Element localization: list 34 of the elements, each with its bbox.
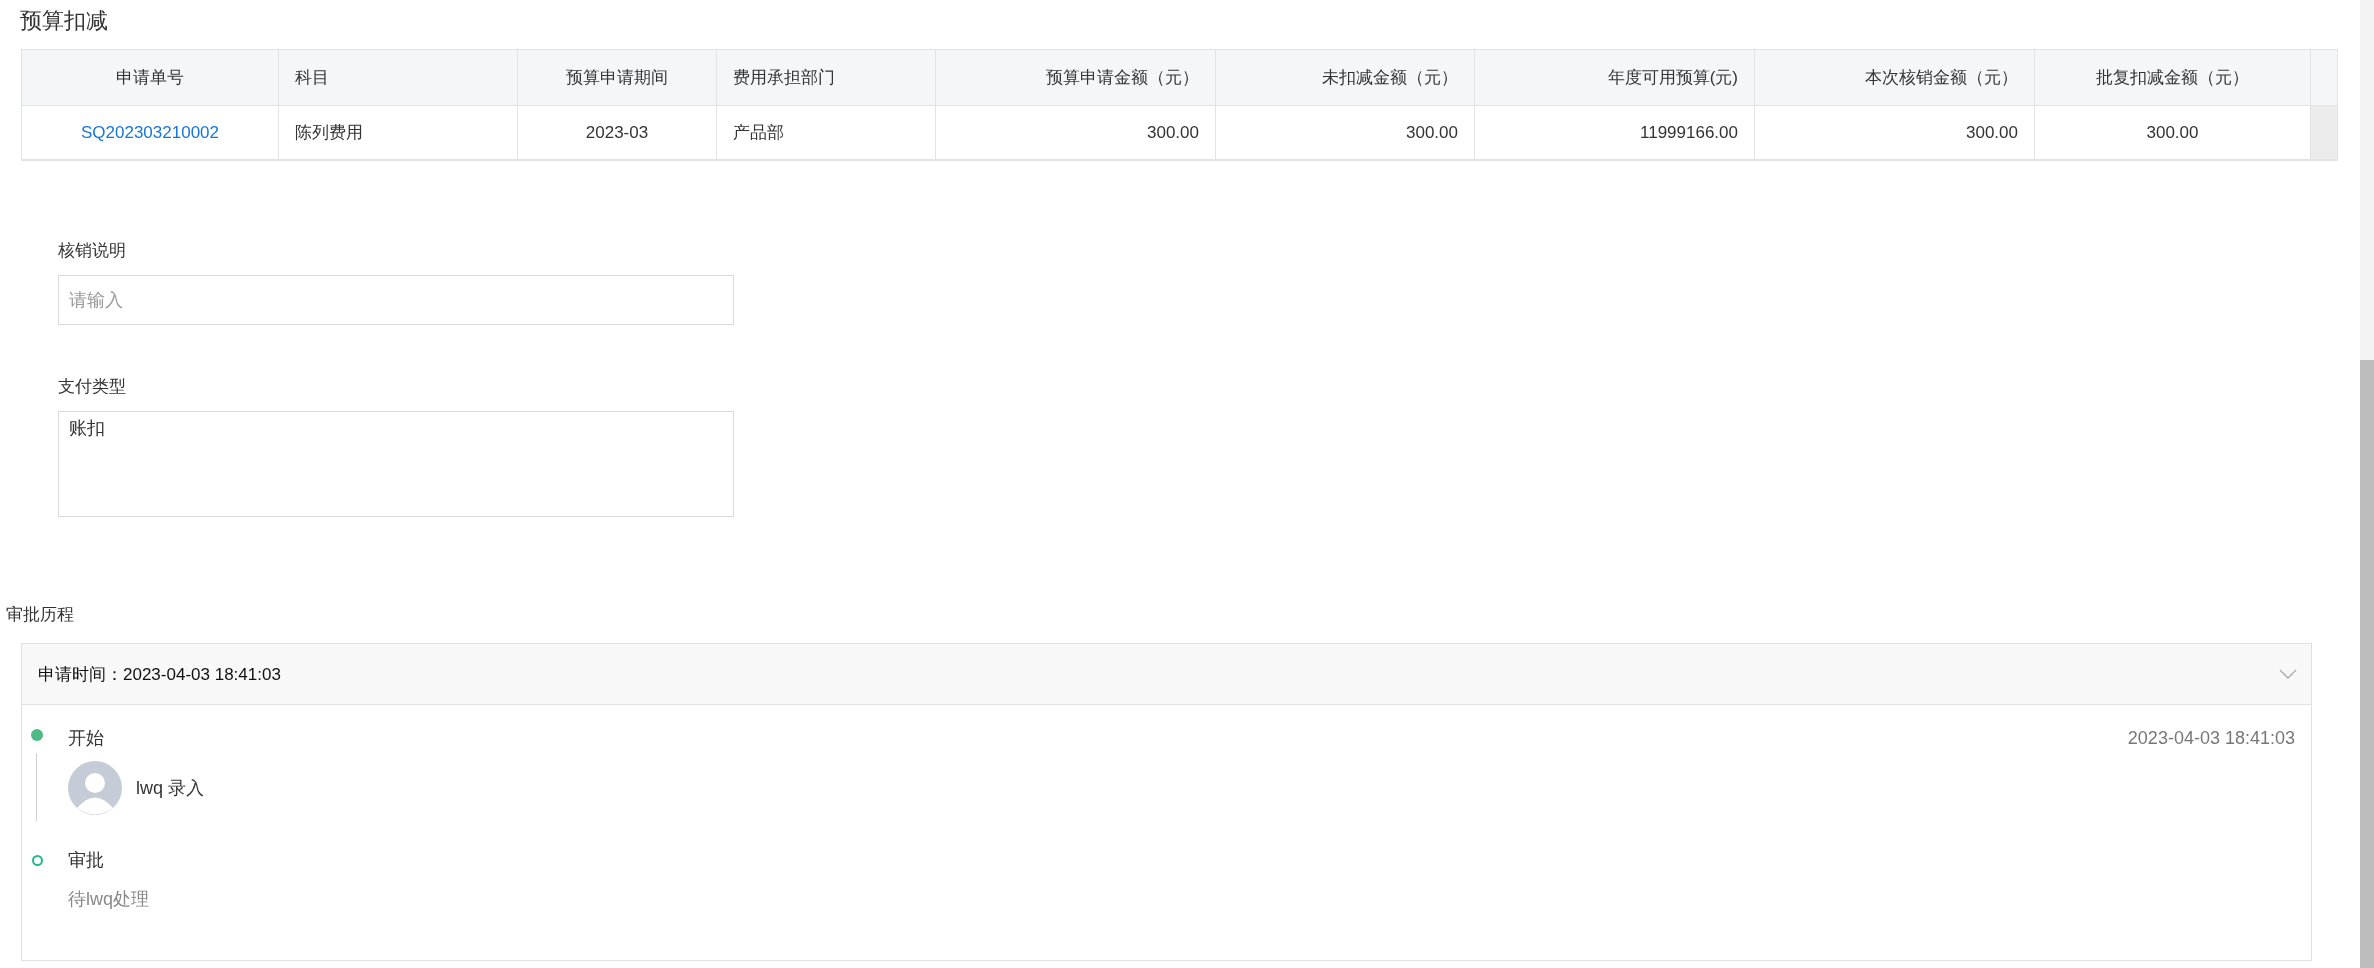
payment-type-field[interactable]: 账扣 <box>58 411 734 517</box>
section-title: 预算扣减 <box>20 8 108 33</box>
column-header: 预算申请期间 <box>517 49 717 106</box>
field-label: 核销说明 <box>58 240 127 261</box>
table-cell: 11999166.00 <box>1474 105 1755 160</box>
column-header: 预算申请金额（元） <box>935 49 1216 106</box>
table-cell: 300.00 <box>1215 105 1475 160</box>
avatar-icon <box>68 761 122 815</box>
column-header: 年度可用预算(元) <box>1474 49 1755 106</box>
table-cell: 2023-03 <box>517 105 717 160</box>
table-cell: 陈列费用 <box>278 105 518 160</box>
table-cell: 300.00 <box>935 105 1216 160</box>
column-header: 科目 <box>278 49 518 106</box>
step-note: 待lwq处理 <box>68 888 150 911</box>
entry-text: lwq 录入 <box>136 777 204 800</box>
panel-header[interactable]: 申请时间：2023-04-03 18:41:03 <box>22 644 2311 705</box>
table-cell: 产品部 <box>716 105 936 160</box>
column-header: 未扣减金额（元） <box>1215 49 1475 106</box>
table-cell: 300.00 <box>2034 105 2311 160</box>
request-number-link[interactable]: SQ202303210002 <box>81 122 219 142</box>
step-name: 开始 <box>68 727 104 750</box>
table-cell: 300.00 <box>1754 105 2035 160</box>
apply-time-text: 申请时间：2023-04-03 18:41:03 <box>38 663 281 686</box>
column-header: 批复扣减金额（元） <box>2034 49 2311 106</box>
field-label: 支付类型 <box>58 376 127 397</box>
chevron-down-icon[interactable] <box>2279 669 2297 679</box>
scrollbar-thumb[interactable] <box>2360 360 2374 968</box>
step-name: 审批 <box>68 849 104 872</box>
step-time: 2023-04-03 18:41:03 <box>2127 727 2295 749</box>
column-header: 本次核销金额（元） <box>1754 49 2035 106</box>
section-title: 审批历程 <box>5 604 75 626</box>
column-header: 申请单号 <box>21 49 279 106</box>
column-header: 费用承担部门 <box>716 49 936 106</box>
remark-input-field[interactable]: 请输入 <box>58 275 734 325</box>
